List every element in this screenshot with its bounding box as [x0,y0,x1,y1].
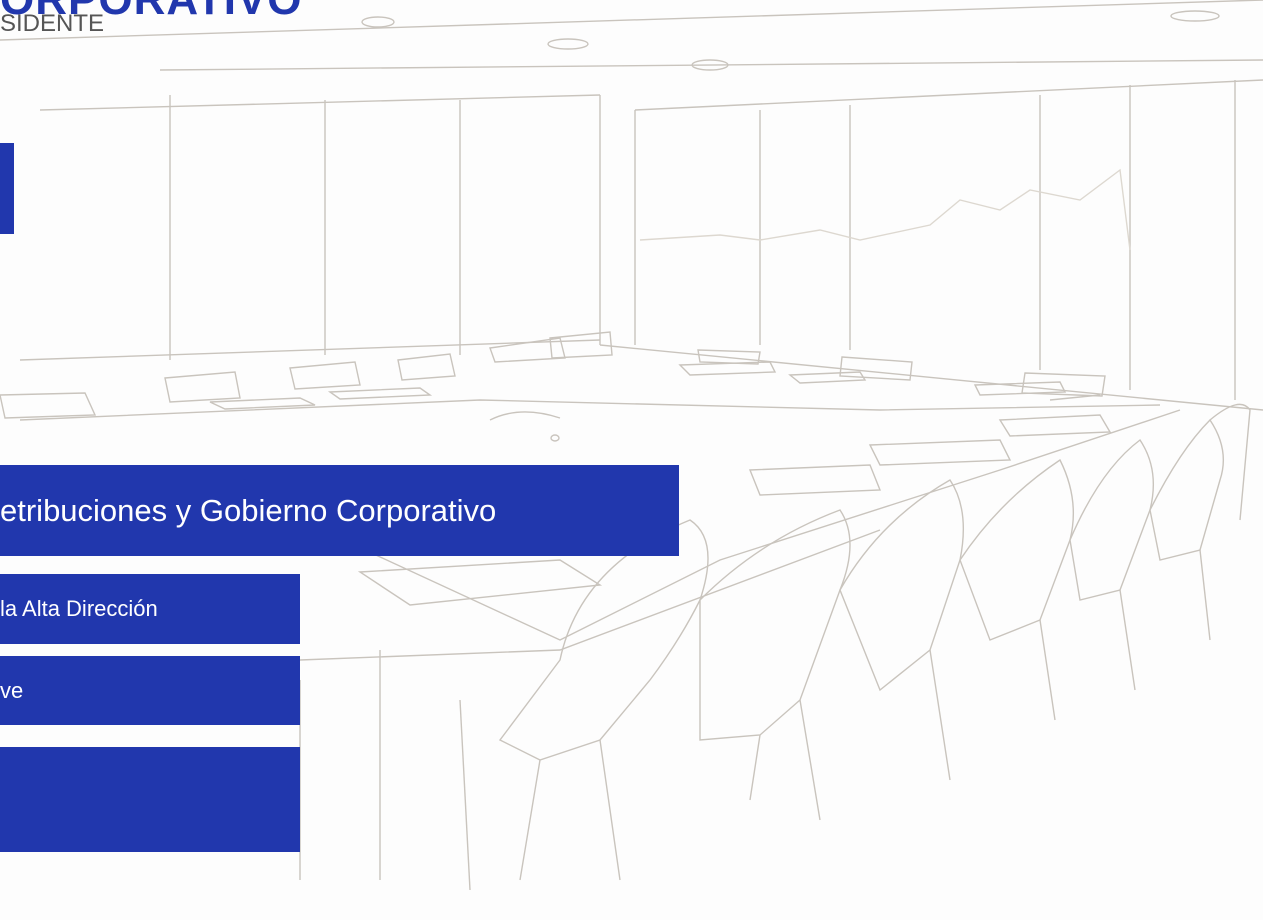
page-subtitle: SIDENTE [0,10,105,37]
committee-item-2[interactable]: ve [0,656,300,725]
committee-item-alta-direccion-label: la Alta Dirección [0,596,158,621]
committee-item-3[interactable] [0,747,300,852]
accent-bar [0,143,14,234]
committee-item-alta-direccion[interactable]: la Alta Dirección [0,574,300,644]
committee-banner-main-label: etribuciones y Gobierno Corporativo [0,492,497,528]
committee-banner-main[interactable]: etribuciones y Gobierno Corporativo [0,465,679,556]
committee-item-2-label: ve [0,677,24,703]
